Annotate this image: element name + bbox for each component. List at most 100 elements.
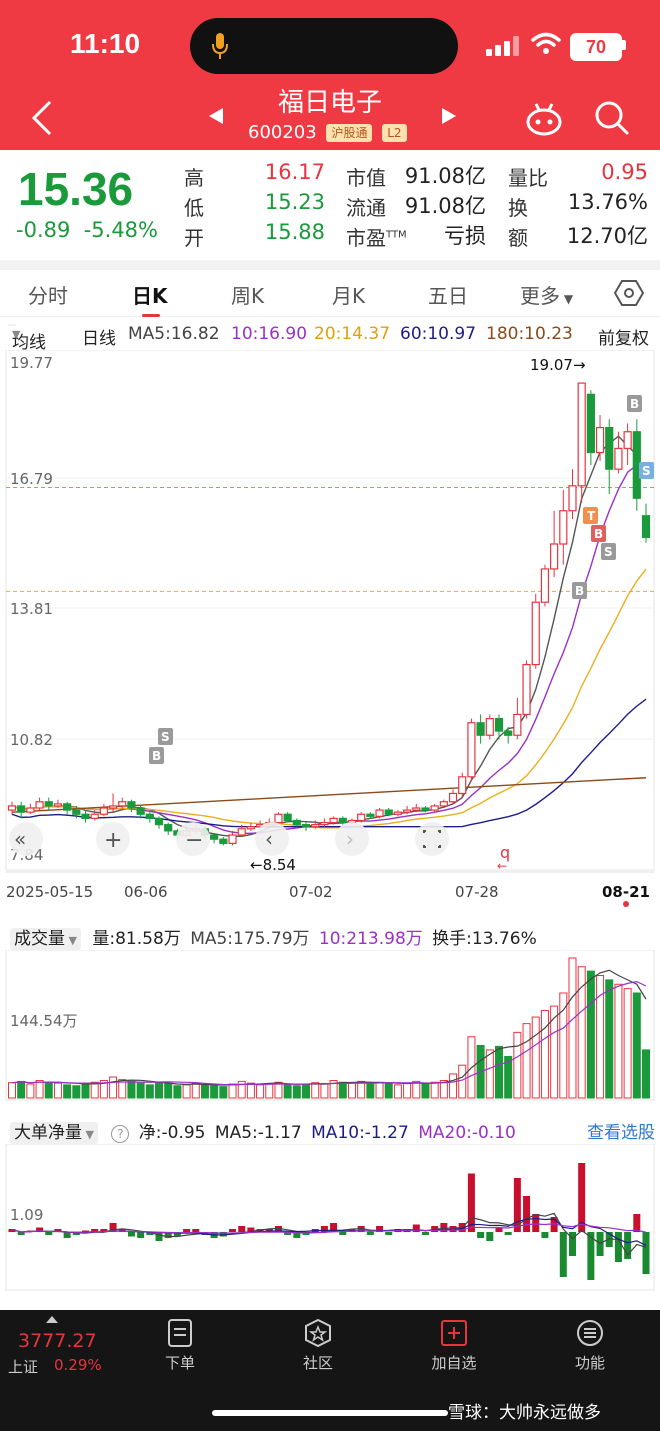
volume-bar [614, 983, 623, 1099]
period-tabs: 分时 日K 周K 月K 五日 更多 ▼ [0, 270, 660, 317]
netflow-bar [559, 1232, 567, 1277]
netflow-bar [642, 1232, 650, 1274]
tab-monthly[interactable]: 月K [332, 280, 365, 309]
netflow-y-label: 1.09 [10, 1206, 43, 1224]
candle-body [301, 824, 311, 828]
add-watchlist-button[interactable]: 加自选 [414, 1318, 494, 1373]
volume-bar [17, 1080, 26, 1099]
amount-value: 12.70亿 [566, 224, 648, 248]
candle-body [329, 817, 338, 824]
netflow-selector-label: 大单净量 [14, 1123, 82, 1143]
volume-bar [623, 988, 632, 1099]
price-change: -0.89 -5.48% [16, 218, 158, 242]
ma-selector[interactable]: 均线 ▼ [8, 324, 46, 353]
netflow-bar [339, 1232, 347, 1235]
mktcap-value: 91.08亿 [404, 164, 486, 188]
volume-value: 量:81.58万 [92, 929, 181, 949]
ma10-line [11, 463, 647, 835]
netflow-bar [155, 1232, 163, 1241]
volume-bar [311, 1082, 320, 1099]
menu-circle-icon [577, 1320, 603, 1346]
volume-bar [191, 1082, 200, 1099]
tab-more[interactable]: 更多 ▼ [520, 280, 573, 309]
volume-bar [421, 1083, 430, 1099]
netflow-bars [8, 1163, 650, 1280]
netflow-bar [45, 1232, 53, 1235]
candle-body [44, 801, 53, 807]
volume-bar [109, 1076, 118, 1099]
volume-bar [302, 1083, 311, 1099]
fullscreen-control[interactable] [415, 822, 449, 856]
candle-body [127, 801, 136, 809]
ma60-value: 60:10.97 [400, 324, 477, 344]
netflow-bar [127, 1232, 135, 1237]
candle-body [338, 817, 347, 824]
netflow-bar [366, 1232, 374, 1235]
assistant-robot-icon[interactable] [524, 98, 564, 138]
candle-body [154, 817, 164, 826]
community-button[interactable]: 社区 [278, 1318, 358, 1373]
tab-five-day[interactable]: 五日 [428, 280, 468, 309]
candle-body [540, 568, 550, 603]
index-name: 上证 [8, 1358, 39, 1376]
netflow-bar [238, 1226, 246, 1232]
volume-bar [403, 1083, 412, 1099]
status-bar: 11:10 70 [0, 0, 660, 90]
volume-bar [256, 1084, 265, 1099]
candle-body [595, 426, 605, 454]
volume-selector[interactable]: 成交量 ▼ [10, 928, 81, 950]
buy-marker-text: B [575, 584, 584, 598]
chevron-down-icon: ▼ [12, 328, 21, 341]
volume-bar [182, 1084, 191, 1099]
candle-body [136, 807, 145, 815]
help-icon[interactable]: ? [111, 1125, 130, 1143]
t-marker-text: T [587, 509, 596, 523]
netflow-legend: 大单净量 ▼ ? 净:-0.95 MA5:-1.17 MA10:-1.27 MA… [10, 1118, 655, 1144]
tab-weekly[interactable]: 周K [231, 280, 264, 309]
home-indicator[interactable] [212, 1410, 448, 1416]
kline-chart[interactable]: 19.77 16.79 13.81 10.82 7.84 19.07→ ←8.5… [0, 350, 660, 910]
volume-turnover: 换手:13.76% [432, 929, 537, 949]
volume-bar [384, 1082, 393, 1099]
expand-up-icon[interactable] [46, 1316, 58, 1323]
volume-bar [81, 1083, 90, 1099]
volume-bar [642, 1049, 650, 1099]
volume-bar [586, 970, 595, 1099]
candle-body [605, 426, 614, 470]
low-value: 15.23 [264, 190, 325, 214]
netflow-bar [504, 1232, 512, 1235]
next-stock-icon[interactable] [440, 106, 458, 126]
search-icon[interactable] [592, 98, 632, 138]
volume-bar [338, 1081, 347, 1099]
adjust-mode[interactable]: 前复权 [598, 324, 649, 349]
netflow-chart[interactable]: 1.09 [0, 1144, 660, 1292]
candle-body [439, 801, 448, 807]
stock-code-line: 600203 沪股通 L2 [248, 122, 407, 143]
status-time: 11:10 [70, 28, 141, 59]
volume-y-label: 144.54万 [10, 1012, 78, 1030]
functions-button[interactable]: 功能 [550, 1318, 630, 1373]
volume-bar [53, 1082, 62, 1099]
settings-hexagon-icon[interactable] [614, 278, 644, 308]
volume-bar [200, 1084, 209, 1099]
candle-body [90, 813, 99, 820]
candle-body [320, 821, 329, 826]
candlestick-series [7, 382, 651, 846]
date-label: 07-02 [289, 883, 333, 901]
order-button[interactable]: 下单 [140, 1318, 220, 1373]
netflow-selector[interactable]: 大单净量 ▼ [10, 1122, 98, 1144]
tab-daily[interactable]: 日K [132, 280, 168, 309]
tab-more-label: 更多 [520, 284, 560, 308]
netflow-bar [385, 1232, 393, 1235]
volume-chart[interactable]: 144.54万 [0, 950, 660, 1102]
candle-body [375, 809, 384, 817]
low-price-label: ←8.54 [250, 856, 296, 874]
index-value[interactable]: 3777.27 [18, 1330, 97, 1352]
hk-connect-tag: 沪股通 [326, 124, 373, 142]
document-icon [168, 1319, 192, 1347]
view-screener-link[interactable]: 查看选股 [587, 1118, 655, 1143]
candle-body [393, 811, 403, 815]
float-value: 91.08亿 [404, 194, 486, 218]
tab-intraday[interactable]: 分时 [28, 280, 68, 309]
stock-header: 福日电子 600203 沪股通 L2 [0, 88, 660, 150]
